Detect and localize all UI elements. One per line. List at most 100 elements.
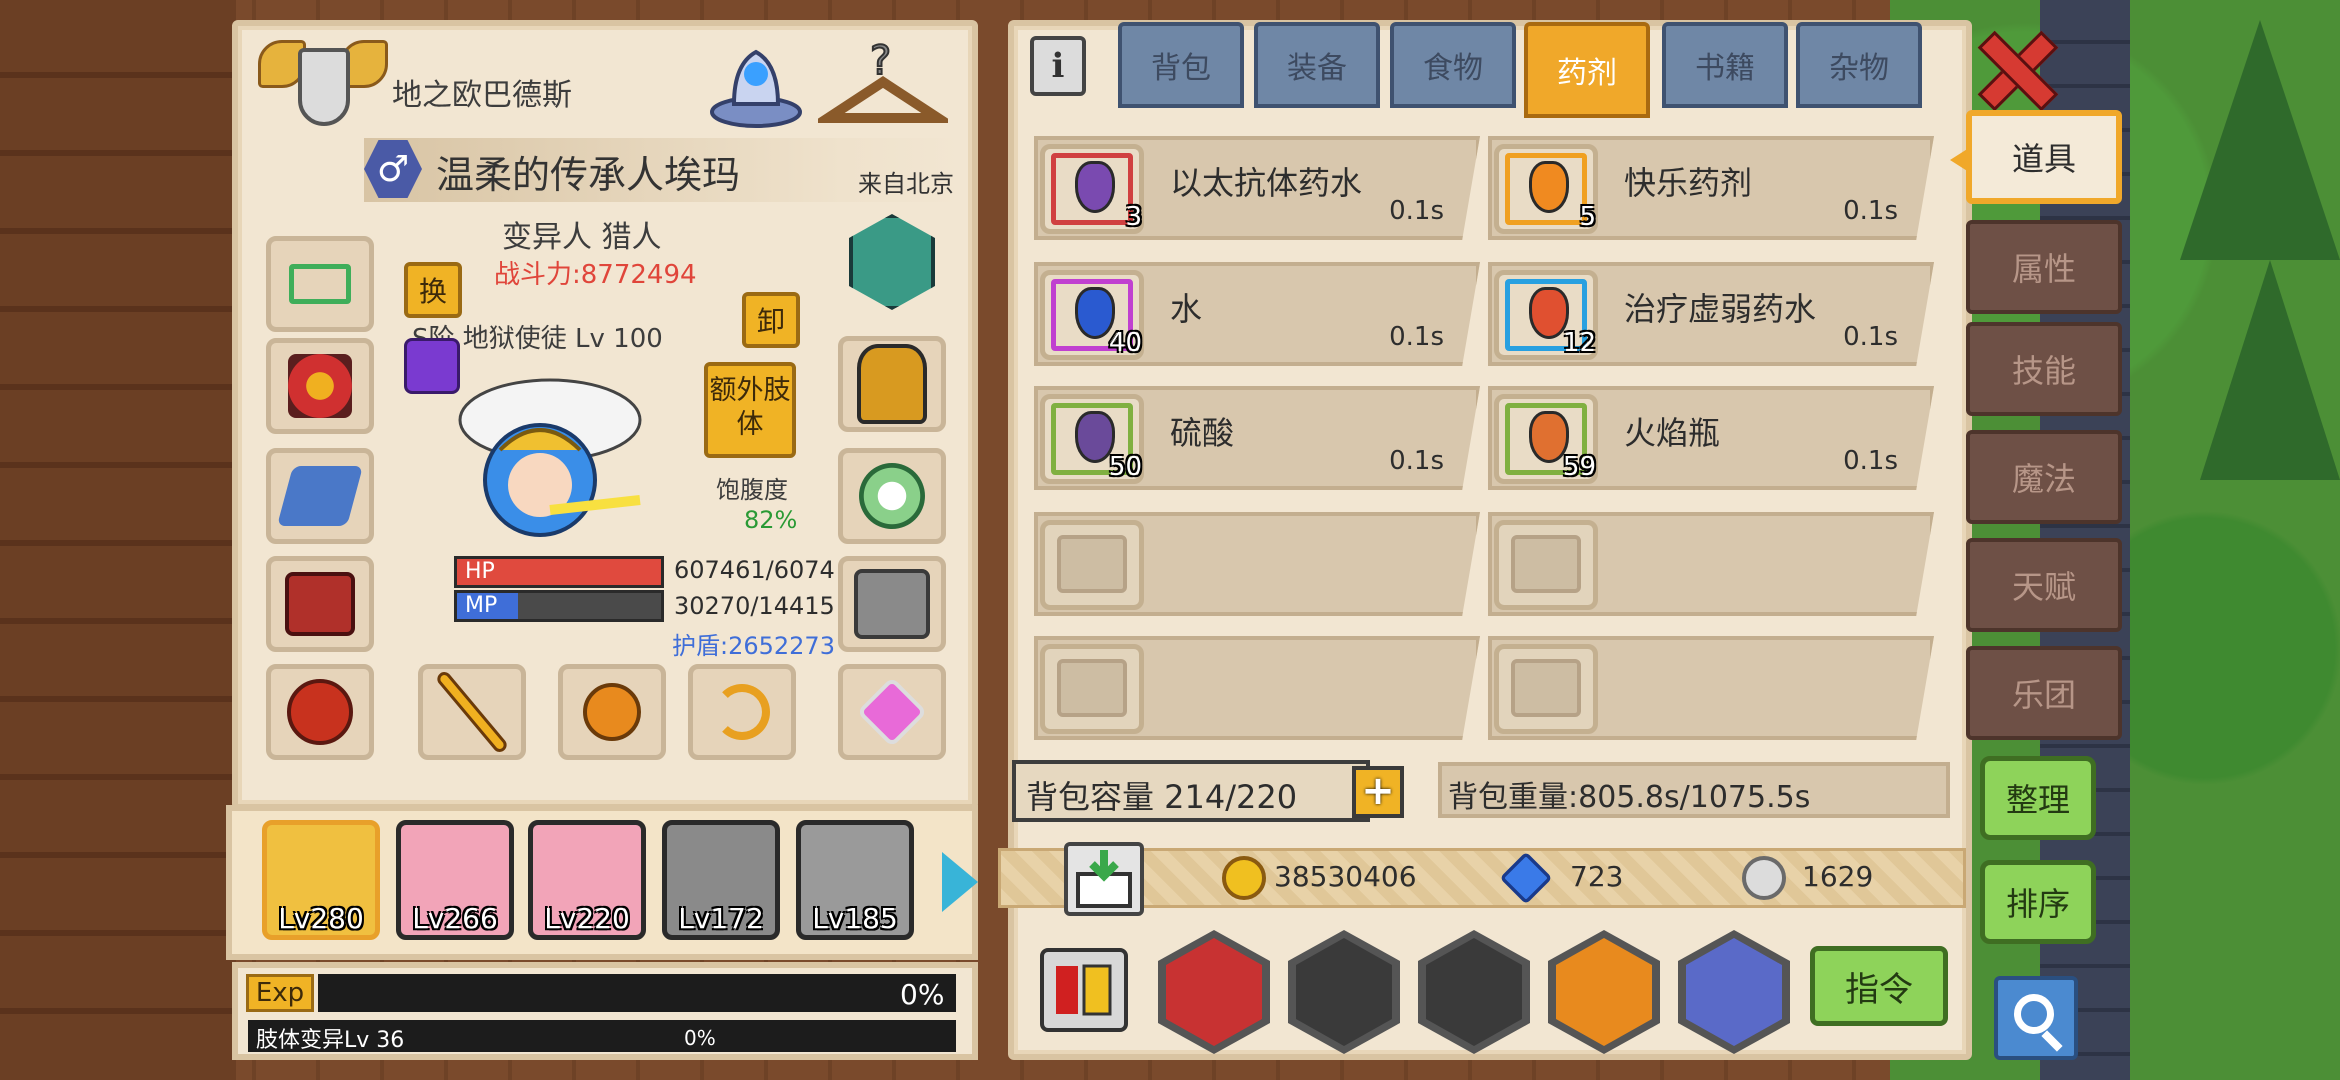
empty-item-slot[interactable] bbox=[1488, 512, 1934, 616]
mp-bar: MP bbox=[454, 590, 664, 622]
empty-item-slot[interactable] bbox=[1488, 636, 1934, 740]
exp-tag: Exp bbox=[246, 974, 314, 1012]
item-weight: 0.1s bbox=[1389, 196, 1444, 226]
weight-text: 背包重量:805.8s/1075.5s bbox=[1448, 780, 1811, 815]
gold-coin-icon bbox=[1222, 856, 1266, 900]
command-button[interactable]: 指令 bbox=[1810, 946, 1948, 1026]
extra-limb-button[interactable]: 额外肢体 bbox=[704, 362, 796, 458]
equip-slot-eye-amulet[interactable] bbox=[266, 338, 374, 434]
portal-orb-icon[interactable] bbox=[704, 34, 808, 130]
hero-name: 温柔的传承人埃玛 bbox=[436, 153, 741, 197]
item-slot[interactable]: 硫酸 0.1s 50 bbox=[1034, 386, 1480, 490]
equip-slot-ring[interactable] bbox=[838, 664, 946, 760]
hero-origin: 来自北京 bbox=[858, 170, 954, 198]
guild-emblem-icon bbox=[258, 32, 388, 142]
team-member-level: Lv280 bbox=[278, 902, 364, 935]
item-weight: 0.1s bbox=[1389, 446, 1444, 476]
team-member-level: Lv172 bbox=[678, 902, 764, 935]
combat-power: 战斗力:8772494 bbox=[494, 260, 697, 290]
item-weight: 0.1s bbox=[1843, 322, 1898, 352]
item-slot[interactable]: 快乐药剂 0.1s 5 bbox=[1488, 136, 1934, 240]
item-count: 5 bbox=[1579, 202, 1596, 232]
team-member[interactable]: Lv172 bbox=[662, 820, 780, 940]
svg-text:?: ? bbox=[870, 38, 891, 84]
shield-value: 护盾:2652273 bbox=[672, 632, 835, 660]
item-weight: 0.1s bbox=[1843, 196, 1898, 226]
deposit-box-icon[interactable] bbox=[1064, 842, 1144, 916]
equip-slot-gloves[interactable] bbox=[838, 556, 946, 652]
item-name: 快乐药剂 bbox=[1624, 164, 1753, 202]
hp-bar: HP bbox=[454, 556, 664, 588]
item-name: 水 bbox=[1170, 290, 1203, 328]
empty-item-slot[interactable] bbox=[1034, 636, 1480, 740]
team-member-level: Lv185 bbox=[812, 902, 898, 935]
item-count: 40 bbox=[1108, 328, 1142, 358]
tab-1[interactable]: 装备 bbox=[1254, 22, 1380, 108]
sort-button[interactable]: 排序 bbox=[1980, 860, 2096, 944]
equip-slot-staff[interactable] bbox=[418, 664, 526, 760]
mp-value: 30270/14415 bbox=[674, 592, 835, 620]
item-name: 火焰瓶 bbox=[1624, 414, 1721, 452]
item-name: 以太抗体药水 bbox=[1170, 164, 1363, 202]
info-button[interactable]: i bbox=[1030, 36, 1086, 96]
equip-slot-orb[interactable] bbox=[838, 448, 946, 544]
side-tab-5[interactable]: 乐团 bbox=[1966, 646, 2122, 740]
item-count: 3 bbox=[1125, 202, 1142, 232]
item-slot[interactable]: 治疗虚弱药水 0.1s 12 bbox=[1488, 262, 1934, 366]
exp-bar bbox=[318, 974, 956, 1012]
item-weight: 0.1s bbox=[1389, 322, 1444, 352]
equip-slot-pumpkin[interactable] bbox=[558, 664, 666, 760]
organize-button[interactable]: 整理 bbox=[1980, 756, 2096, 840]
equip-slot-gauntlet[interactable] bbox=[266, 448, 374, 544]
equip-slot-helmet[interactable] bbox=[838, 336, 946, 432]
equip-slot-armor[interactable] bbox=[266, 556, 374, 652]
side-tab-0[interactable]: 道具 bbox=[1966, 110, 2122, 204]
number-toggle-icon[interactable] bbox=[1040, 948, 1128, 1032]
item-name: 硫酸 bbox=[1170, 414, 1235, 452]
search-icon[interactable] bbox=[1994, 976, 2078, 1060]
mutation-percent: 0% bbox=[684, 1026, 716, 1050]
item-slot[interactable]: 火焰瓶 0.1s 59 bbox=[1488, 386, 1934, 490]
left-wall bbox=[0, 0, 236, 1080]
equip-slot-goggles[interactable] bbox=[266, 236, 374, 332]
team-member-level: Lv266 bbox=[412, 902, 498, 935]
item-name: 治疗虚弱药水 bbox=[1624, 290, 1817, 328]
tab-5[interactable]: 杂物 bbox=[1796, 22, 1922, 108]
side-tab-4[interactable]: 天赋 bbox=[1966, 538, 2122, 632]
side-tab-1[interactable]: 属性 bbox=[1966, 220, 2122, 314]
tab-2[interactable]: 食物 bbox=[1390, 22, 1516, 108]
team-member[interactable]: Lv220 bbox=[528, 820, 646, 940]
side-tab-3[interactable]: 魔法 bbox=[1966, 430, 2122, 524]
tab-4[interactable]: 书籍 bbox=[1662, 22, 1788, 108]
item-count: 59 bbox=[1562, 452, 1596, 482]
equip-slot-boots[interactable] bbox=[266, 664, 374, 760]
equip-slot-bow[interactable] bbox=[688, 664, 796, 760]
hanger-question-icon[interactable]: ? bbox=[811, 34, 955, 130]
team-member-level: Lv220 bbox=[544, 902, 630, 935]
item-count: 12 bbox=[1562, 328, 1596, 358]
item-slot[interactable]: 水 0.1s 40 bbox=[1034, 262, 1480, 366]
gem-amount: 723 bbox=[1570, 860, 1624, 893]
team-member[interactable]: Lv185 bbox=[796, 820, 914, 940]
swap-button[interactable]: 换 bbox=[404, 262, 462, 318]
empty-item-slot[interactable] bbox=[1034, 512, 1480, 616]
team-member[interactable]: Lv266 bbox=[396, 820, 514, 940]
side-tab-2[interactable]: 技能 bbox=[1966, 322, 2122, 416]
tab-3[interactable]: 药剂 bbox=[1524, 22, 1650, 118]
mp-tag: MP bbox=[465, 593, 498, 618]
close-icon[interactable] bbox=[1976, 30, 2050, 104]
race-class: 变异人 猎人 bbox=[502, 220, 662, 255]
equip-slot-crest[interactable] bbox=[838, 214, 946, 310]
expand-capacity-button[interactable]: + bbox=[1352, 766, 1404, 818]
tab-0[interactable]: 背包 bbox=[1118, 22, 1244, 108]
mutation-label: 肢体变异Lv 36 bbox=[256, 1028, 405, 1053]
item-slot[interactable]: 以太抗体药水 0.1s 3 bbox=[1034, 136, 1480, 240]
hp-tag: HP bbox=[465, 559, 495, 584]
exp-percent: 0% bbox=[900, 978, 945, 1011]
silver-amount: 1629 bbox=[1802, 860, 1874, 893]
unequip-button[interactable]: 卸 bbox=[742, 292, 800, 348]
item-count: 50 bbox=[1108, 452, 1142, 482]
gold-amount: 38530406 bbox=[1274, 860, 1417, 893]
silver-coin-icon bbox=[1742, 856, 1786, 900]
team-member[interactable]: Lv280 bbox=[262, 820, 380, 940]
